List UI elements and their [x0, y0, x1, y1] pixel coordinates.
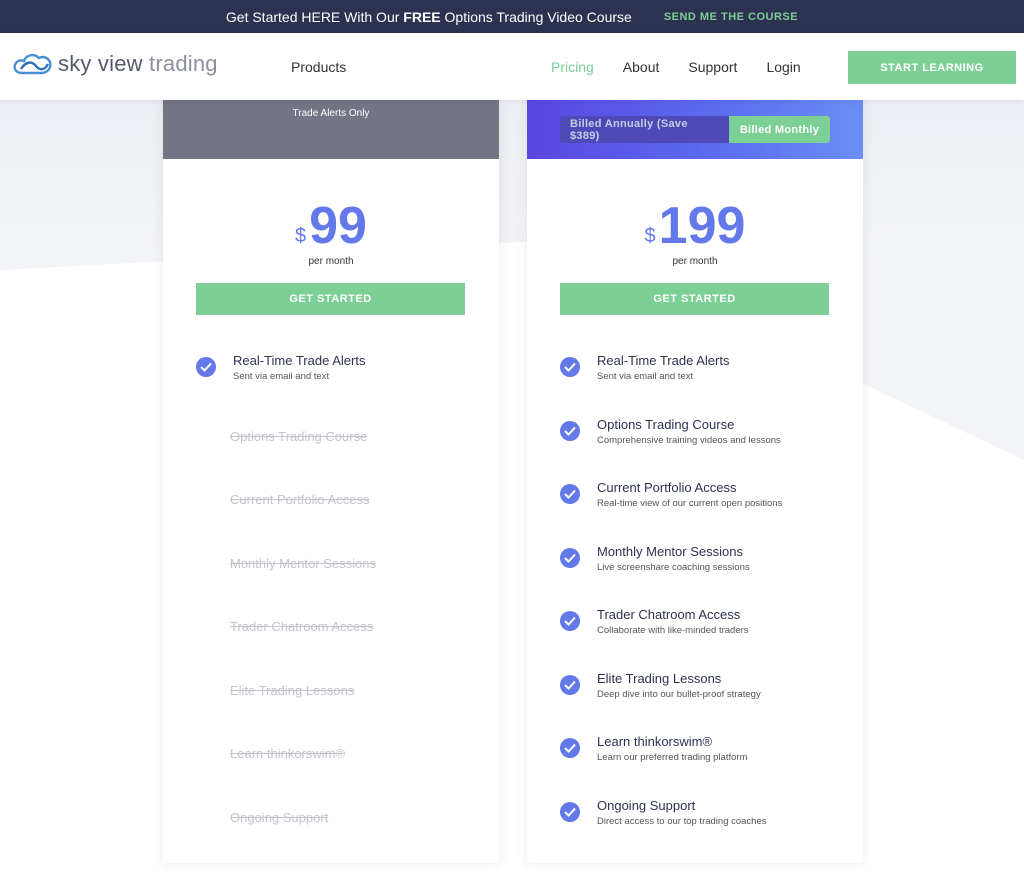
plan-price: $ 199	[527, 198, 863, 254]
check-icon	[560, 547, 580, 568]
nav-about[interactable]: About	[623, 59, 660, 75]
logo[interactable]: sky view trading	[12, 51, 218, 77]
feature-item: Learn thinkorswim® Learn our preferred t…	[560, 733, 850, 797]
feature-desc: Learn our preferred trading platform	[597, 752, 748, 763]
feature-desc: Sent via email and text	[233, 371, 330, 382]
feature-desc: Sent via email and text	[597, 371, 694, 382]
check-icon	[196, 357, 216, 377]
background-shade	[0, 100, 1024, 260]
feature-title: Current Portfolio Access	[597, 480, 737, 495]
feature-title: Options Trading Course	[597, 416, 735, 432]
feature-title: Learn thinkorswim®	[230, 746, 346, 761]
feature-item: Monthly Mentor Sessions Live screenshare…	[560, 543, 850, 607]
feature-desc: Collaborate with like-minded traders	[597, 625, 749, 636]
currency-symbol: $	[644, 225, 656, 247]
feature-item-disabled: Monthly Mentor Sessions	[196, 543, 486, 607]
nav-pricing[interactable]: Pricing	[551, 59, 594, 75]
feature-desc: Direct access to our top trading coaches	[597, 815, 767, 827]
get-started-button[interactable]: GET STARTED	[196, 283, 465, 315]
feature-title: Learn thinkorswim®	[597, 734, 713, 749]
price-period: per month	[672, 256, 718, 267]
check-icon	[560, 611, 580, 631]
get-started-button[interactable]: GET STARTED	[560, 283, 829, 315]
feature-item: Real-Time Trade Alerts Sent via email an…	[560, 352, 850, 416]
feature-title: Monthly Mentor Sessions	[597, 543, 743, 559]
announcement-text-bold: FREE	[403, 8, 441, 25]
feature-title: Ongoing Support	[230, 809, 329, 825]
plan-card-header: Trade Alerts Only	[163, 100, 499, 159]
price-amount: 99	[309, 197, 367, 255]
feature-desc: Live screenshare coaching sessions	[597, 561, 750, 573]
send-course-link[interactable]: SEND ME THE COURSE	[664, 11, 798, 23]
price-period: per month	[308, 256, 354, 267]
logo-text-secondary: trading	[149, 51, 218, 76]
feature-title: Trader Chatroom Access	[230, 619, 374, 634]
feature-item: Real-Time Trade Alerts Sent via email an…	[196, 352, 486, 416]
feature-title: Trader Chatroom Access	[597, 607, 741, 622]
billing-toggle: Billed Annually (Save $389) Billed Month…	[560, 116, 830, 143]
feature-desc: Comprehensive training videos and lesson…	[597, 434, 781, 446]
feature-title: Current Portfolio Access	[230, 492, 370, 507]
feature-title: Real-Time Trade Alerts	[233, 353, 366, 368]
feature-title: Elite Trading Lessons	[597, 670, 722, 686]
check-icon	[560, 357, 580, 377]
plan-card-premium: Billed Annually (Save $389) Billed Month…	[527, 100, 863, 863]
nav-support[interactable]: Support	[688, 59, 737, 75]
feature-item: Ongoing Support Direct access to our top…	[560, 797, 850, 861]
check-icon	[560, 484, 580, 504]
check-icon	[560, 674, 580, 695]
feature-item-disabled: Options Trading Course	[196, 416, 486, 480]
billed-annually-option[interactable]: Billed Annually (Save $389)	[560, 116, 729, 143]
feature-desc: Deep dive into our bullet-proof strategy	[597, 688, 761, 700]
feature-title: Elite Trading Lessons	[230, 682, 355, 698]
feature-title: Monthly Mentor Sessions	[230, 555, 376, 571]
nav-login[interactable]: Login	[766, 59, 800, 75]
feature-title: Options Trading Course	[230, 428, 368, 444]
main-nav: Pricing About Support Login	[551, 59, 801, 75]
check-icon	[560, 738, 580, 758]
feature-list: Real-Time Trade Alerts Sent via email an…	[196, 352, 486, 860]
feature-desc: Real-time view of our current open posit…	[597, 498, 783, 509]
feature-title: Real-Time Trade Alerts	[597, 353, 730, 368]
start-learning-button[interactable]: START LEARNING	[848, 51, 1016, 84]
check-icon	[560, 801, 580, 822]
feature-item: Elite Trading Lessons Deep dive into our…	[560, 670, 850, 734]
feature-item-disabled: Elite Trading Lessons	[196, 670, 486, 734]
feature-item-disabled: Learn thinkorswim®	[196, 733, 486, 797]
plan-subtitle: Trade Alerts Only	[292, 108, 370, 119]
billed-monthly-option[interactable]: Billed Monthly	[729, 116, 830, 143]
announcement-text-after: Options Trading Video Course	[440, 8, 632, 25]
feature-title: Ongoing Support	[597, 797, 696, 813]
plan-card-basic: Trade Alerts Only $ 99 per month GET STA…	[163, 100, 499, 863]
plan-price: $ 99	[163, 198, 499, 254]
announcement-text: Get Started HERE With Our FREE Options T…	[226, 9, 632, 25]
feature-item: Current Portfolio Access Real-time view …	[560, 479, 850, 543]
logo-text-primary: sky view	[58, 51, 150, 76]
feature-list: Real-Time Trade Alerts Sent via email an…	[560, 352, 850, 860]
feature-item: Options Trading Course Comprehensive tra…	[560, 416, 850, 480]
announcement-bar: Get Started HERE With Our FREE Options T…	[0, 0, 1024, 33]
plan-card-header: Billed Annually (Save $389) Billed Month…	[527, 100, 863, 159]
logo-text: sky view trading	[58, 51, 218, 77]
price-amount: 199	[658, 197, 746, 255]
announcement-text-before: Get Started HERE With Our	[225, 8, 404, 25]
feature-item-disabled: Ongoing Support	[196, 797, 486, 861]
site-header: sky view trading Products Pricing About …	[0, 33, 1024, 100]
nav-products[interactable]: Products	[291, 59, 346, 75]
feature-item-disabled: Trader Chatroom Access	[196, 606, 486, 670]
feature-item-disabled: Current Portfolio Access	[196, 479, 486, 543]
currency-symbol: $	[295, 225, 307, 247]
background-wave	[0, 240, 1024, 883]
feature-item: Trader Chatroom Access Collaborate with …	[560, 606, 850, 670]
cloud-logo-icon	[13, 53, 52, 75]
check-icon	[560, 420, 580, 441]
